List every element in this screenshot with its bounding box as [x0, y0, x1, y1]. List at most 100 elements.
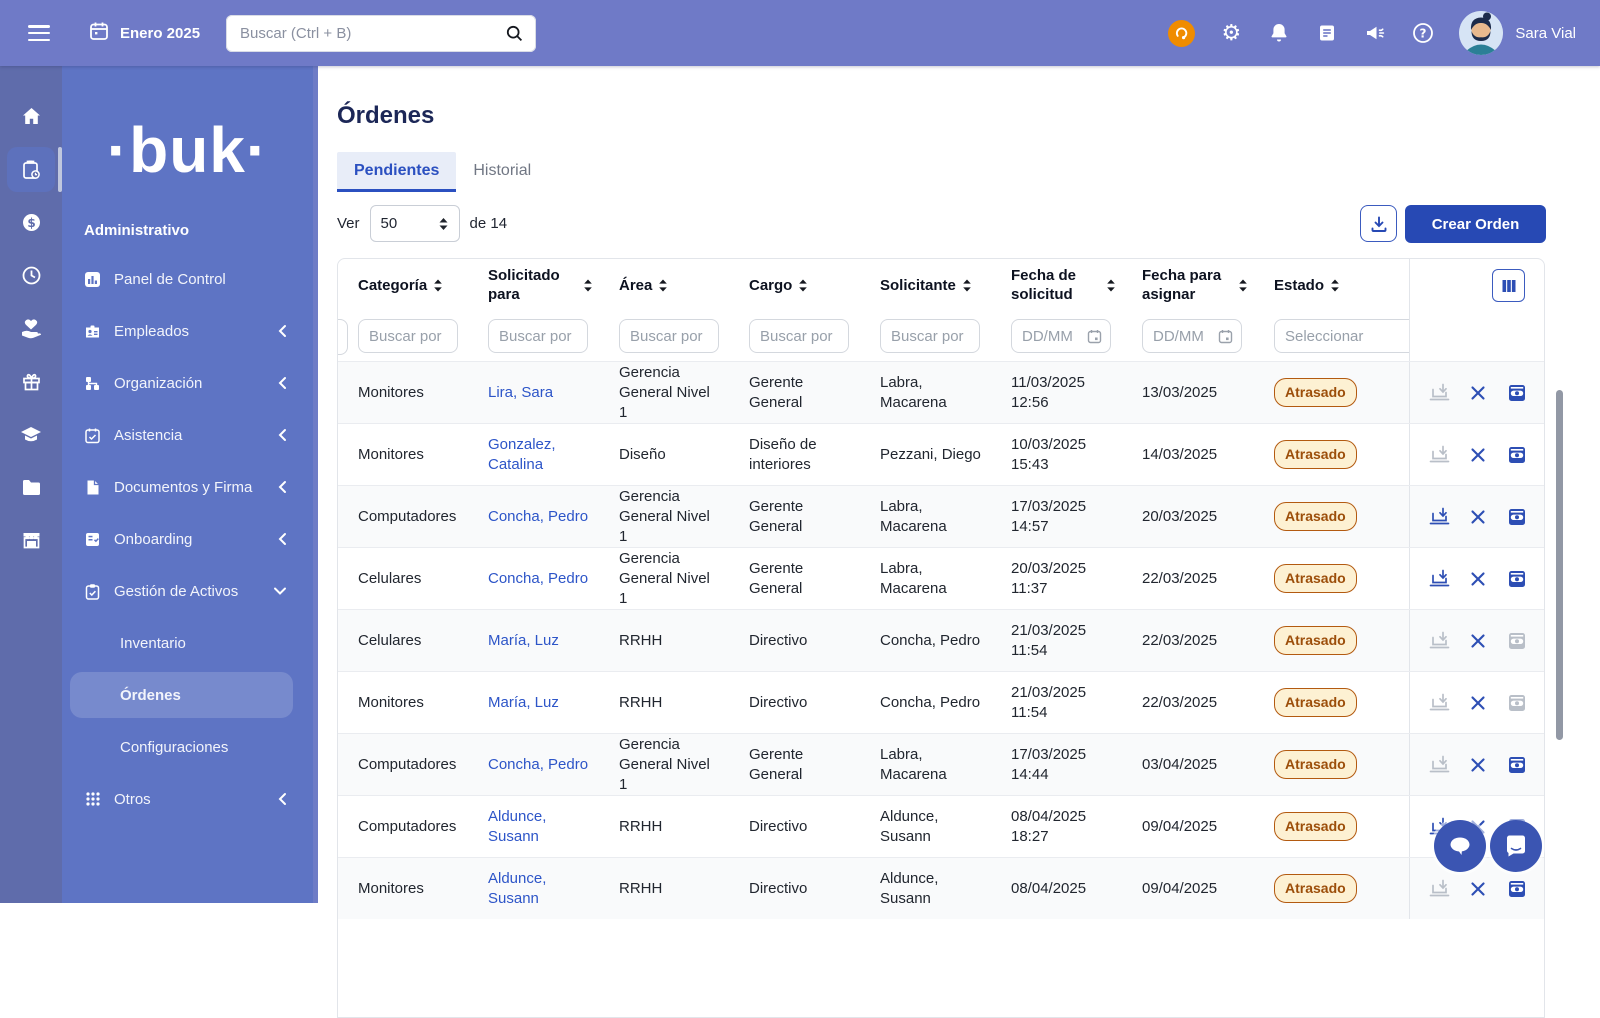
- rail-item-tasks-icon[interactable]: [0, 143, 62, 196]
- avatar[interactable]: [1459, 11, 1503, 55]
- sidebar-item-asistencia[interactable]: Asistencia: [62, 409, 313, 461]
- sort-icon[interactable]: [433, 279, 443, 292]
- chat-bubble-button[interactable]: [1434, 820, 1486, 872]
- global-search[interactable]: [226, 15, 536, 52]
- notifications-icon[interactable]: [1267, 21, 1291, 45]
- cell-solicitante: Concha, Pedro: [860, 672, 991, 733]
- hora-solicitud: 14:57: [1011, 517, 1114, 537]
- filter-input-cargo[interactable]: Buscar por: [749, 319, 849, 353]
- calendar-icon[interactable]: [88, 20, 110, 47]
- column-header-estado[interactable]: Estado: [1254, 276, 1409, 295]
- page-size-select[interactable]: 50: [370, 205, 460, 242]
- cell-solicitado-para-link[interactable]: María, Luz: [468, 672, 599, 733]
- sort-icon[interactable]: [962, 279, 972, 292]
- cell-solicitado-para-link[interactable]: Aldunce, Susann: [468, 858, 599, 919]
- cell-solicitado-para-link[interactable]: Lira, Sara: [468, 362, 599, 423]
- sort-icon[interactable]: [1330, 279, 1340, 292]
- cell-estado: Atrasado: [1254, 548, 1409, 609]
- settings-icon[interactable]: ⚙: [1219, 21, 1243, 45]
- sort-icon[interactable]: [798, 279, 808, 292]
- sort-icon[interactable]: [583, 279, 593, 292]
- sort-icon[interactable]: [658, 279, 668, 292]
- filter-input-categoria[interactable]: Buscar por: [358, 319, 458, 353]
- view-order-icon[interactable]: [1506, 444, 1528, 466]
- cell-solicitado-para-link[interactable]: Concha, Pedro: [468, 548, 599, 609]
- cancel-order-icon[interactable]: [1467, 630, 1489, 652]
- view-order-icon[interactable]: [1506, 506, 1528, 528]
- sidebar-subitem-ordenes[interactable]: Órdenes: [70, 672, 293, 718]
- column-settings-button[interactable]: [1492, 269, 1525, 302]
- rail-item-gifts-icon[interactable]: [0, 355, 62, 408]
- cancel-order-icon[interactable]: [1467, 382, 1489, 404]
- view-order-icon[interactable]: [1506, 382, 1528, 404]
- view-order-icon[interactable]: [1506, 878, 1528, 900]
- tab-pendientes[interactable]: Pendientes: [337, 152, 456, 192]
- filter-date-fecha-de-solicitud[interactable]: DD/MM: [1011, 319, 1111, 353]
- notes-icon[interactable]: [1315, 21, 1339, 45]
- help-center-button[interactable]: [1490, 820, 1542, 872]
- support-icon[interactable]: [1168, 20, 1195, 47]
- calendar-icon[interactable]: [1087, 329, 1102, 344]
- hamburger-icon[interactable]: [28, 25, 50, 41]
- view-order-icon[interactable]: [1506, 754, 1528, 776]
- export-button[interactable]: [1360, 205, 1397, 242]
- period-label[interactable]: Enero 2025: [120, 25, 200, 42]
- filter-cell-categoria: Buscar por: [338, 319, 468, 353]
- page-scrollbar[interactable]: [1556, 390, 1563, 740]
- search-input[interactable]: [238, 24, 505, 43]
- column-header-fecha-de-solicitud[interactable]: Fecha de solicitud: [991, 266, 1122, 304]
- rail-item-files-icon[interactable]: [0, 461, 62, 514]
- rail-item-money-icon[interactable]: $: [0, 196, 62, 249]
- filter-date-fecha-para-asignar[interactable]: DD/MM: [1142, 319, 1242, 353]
- cell-solicitado-para-link[interactable]: Concha, Pedro: [468, 734, 599, 795]
- column-header-solicitante[interactable]: Solicitante: [860, 276, 991, 295]
- rail-item-marketplace-icon[interactable]: [0, 514, 62, 567]
- filter-input-solicitado-para[interactable]: Buscar por: [488, 319, 588, 353]
- cell-solicitado-para-link[interactable]: Aldunce, Susann: [468, 796, 599, 857]
- calendar-icon[interactable]: [1218, 329, 1233, 344]
- sidebar-item-panel-de-control[interactable]: Panel de Control: [62, 253, 313, 305]
- rail-item-education-icon[interactable]: [0, 408, 62, 461]
- filter-input-solicitante[interactable]: Buscar por: [880, 319, 980, 353]
- sidebar-item-onboarding[interactable]: Onboarding: [62, 513, 313, 565]
- filter-select-estado[interactable]: Seleccionar: [1274, 319, 1409, 353]
- sidebar-item-empleados[interactable]: Empleados: [62, 305, 313, 357]
- chat-doc-icon: [1503, 833, 1529, 859]
- crear-orden-button[interactable]: Crear Orden: [1405, 205, 1546, 243]
- column-header-fecha-para-asignar[interactable]: Fecha para asignar: [1122, 266, 1254, 304]
- sidebar-item-organizacion[interactable]: Organización: [62, 357, 313, 409]
- cancel-order-icon[interactable]: [1467, 506, 1489, 528]
- help-icon[interactable]: ?: [1411, 21, 1435, 45]
- sidebar-item-documentos-y-firma[interactable]: Documentos y Firma: [62, 461, 313, 513]
- search-icon[interactable]: [505, 24, 524, 43]
- cell-estado: Atrasado: [1254, 610, 1409, 671]
- sort-icon[interactable]: [1106, 279, 1116, 292]
- cell-solicitado-para-link[interactable]: Concha, Pedro: [468, 486, 599, 547]
- cell-solicitado-para-link[interactable]: Gonzalez, Catalina: [468, 424, 599, 485]
- column-header-categoria[interactable]: Categoría: [338, 276, 468, 295]
- rail-item-home-icon[interactable]: [0, 90, 62, 143]
- sidebar-item-otros[interactable]: Otros: [62, 773, 313, 825]
- assign-device-icon[interactable]: [1428, 506, 1450, 528]
- user-name[interactable]: Sara Vial: [1515, 25, 1576, 42]
- sidebar-subitem-configuraciones[interactable]: Configuraciones: [62, 721, 313, 773]
- assign-device-icon[interactable]: [1428, 568, 1450, 590]
- view-order-icon[interactable]: [1506, 568, 1528, 590]
- cancel-order-icon[interactable]: [1467, 444, 1489, 466]
- cancel-order-icon[interactable]: [1467, 878, 1489, 900]
- cancel-order-icon[interactable]: [1467, 754, 1489, 776]
- column-header-area[interactable]: Área: [599, 276, 729, 295]
- filter-input-area[interactable]: Buscar por: [619, 319, 719, 353]
- sidebar-subitem-inventario[interactable]: Inventario: [62, 617, 313, 669]
- cancel-order-icon[interactable]: [1467, 692, 1489, 714]
- sidebar-item-gestion-de-activos[interactable]: Gestión de Activos: [62, 565, 313, 617]
- column-header-cargo[interactable]: Cargo: [729, 276, 860, 295]
- column-header-solicitado-para[interactable]: Solicitado para: [468, 266, 599, 304]
- cancel-order-icon[interactable]: [1467, 568, 1489, 590]
- tab-historial[interactable]: Historial: [456, 152, 548, 192]
- announcements-icon[interactable]: [1363, 21, 1387, 45]
- rail-item-benefits-icon[interactable]: [0, 302, 62, 355]
- cell-solicitado-para-link[interactable]: María, Luz: [468, 610, 599, 671]
- rail-item-time-icon[interactable]: [0, 249, 62, 302]
- sort-icon[interactable]: [1238, 279, 1248, 292]
